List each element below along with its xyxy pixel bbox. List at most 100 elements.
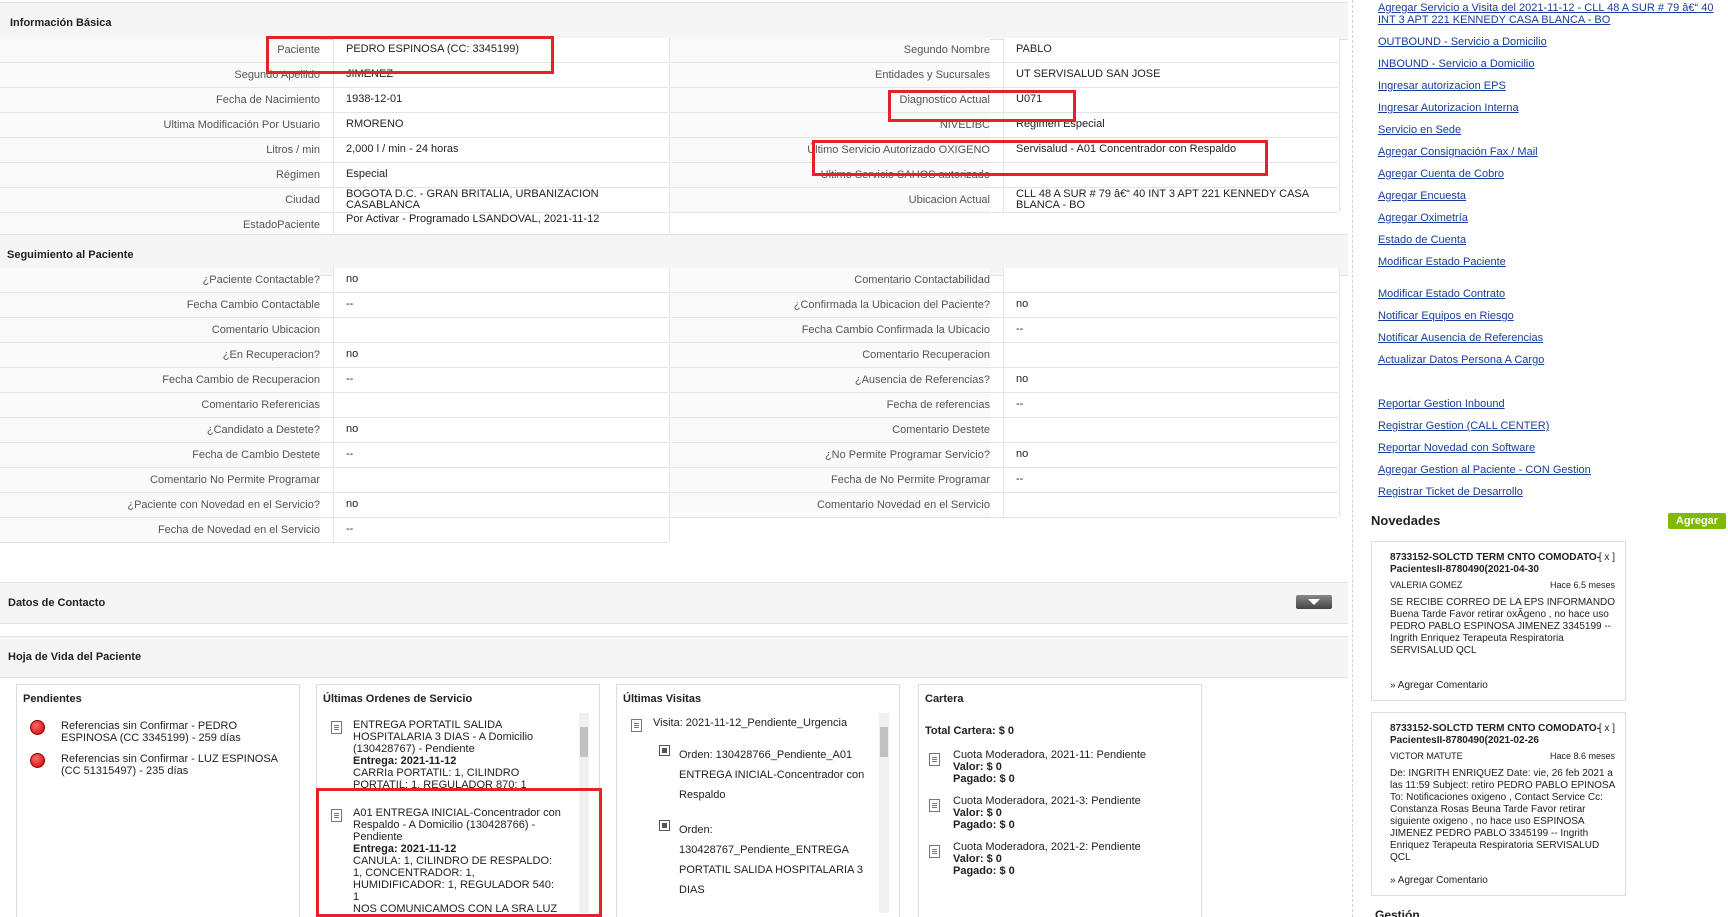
sidebar-action-link[interactable]: Modificar Estado Contrato (1378, 288, 1505, 300)
field-row: Régimen Especial (0, 163, 670, 188)
cartera-item-valor: Valor: $ 0 (953, 761, 1002, 773)
expand-toggle-button[interactable] (1296, 595, 1332, 609)
agregar-novedad-button[interactable]: Agregar (1668, 513, 1726, 529)
sidebar-action-link[interactable]: Actualizar Datos Persona A Cargo (1378, 354, 1544, 366)
sidebar-action-link[interactable]: Registrar Gestion (CALL CENTER) (1378, 420, 1549, 432)
field-value-text: -- (346, 298, 354, 310)
field-value: UT SERVISALUD SAN JOSE (1003, 63, 1340, 87)
visita-orden-item[interactable]: Orden: 130428766_Pendiente_A01 ENTREGA I… (679, 745, 874, 805)
field-value: -- (333, 518, 670, 542)
alert-dot-icon (30, 720, 45, 735)
field-label: ¿Paciente Contactable? (0, 268, 320, 292)
field-value: RMORENO (333, 113, 670, 137)
field-row: Fecha de referencias -- (670, 393, 1340, 418)
field-label: Comentario Referencias (0, 393, 320, 417)
sidebar-action-link[interactable]: Notificar Equipos en Riesgo (1378, 310, 1514, 322)
section-title: Información Básica (10, 17, 112, 29)
novedad-author: VALERIA GOMEZ (1390, 580, 1463, 590)
sidebar-action-link[interactable]: Modificar Estado Paciente (1378, 256, 1506, 268)
field-value: Especial (333, 163, 670, 187)
highlight-diagnostico (888, 90, 1076, 122)
sidebar-action-link[interactable]: Agregar Encuesta (1378, 190, 1466, 202)
sidebar-action-link[interactable]: Notificar Ausencia de Referencias (1378, 332, 1543, 344)
field-label: ¿Ausencia de Referencias? (670, 368, 990, 392)
field-row: ¿Candidato a Destete? no (0, 418, 670, 443)
sidebar-action-link[interactable]: Agregar Servicio a Visita del 2021-11-12… (1378, 2, 1718, 26)
document-icon (929, 799, 940, 812)
field-row: Comentario Recuperacion (670, 343, 1340, 368)
sidebar-action-link[interactable]: Ingresar autorizacion EPS (1378, 80, 1506, 92)
add-comment-link[interactable]: » Agregar Comentario (1390, 680, 1488, 691)
field-label: ¿Candidato a Destete? (0, 418, 320, 442)
field-value (1003, 268, 1340, 292)
cartera-total: Total Cartera: $ 0 (925, 725, 1015, 737)
cartera-item[interactable]: Cuota Moderadora, 2021-3: Pendiente Valor… (953, 795, 1193, 831)
cartera-item[interactable]: Cuota Moderadora, 2021-11: Pendiente Valo… (953, 749, 1193, 785)
highlight-ultimo-servicio (812, 140, 1268, 176)
sidebar-action-link[interactable]: Agregar Consignación Fax / Mail (1378, 146, 1538, 158)
novedad-body: SE RECIBE CORREO DE LA EPS INFORMANDO Bu… (1390, 597, 1616, 656)
orden-item[interactable]: ENTREGA PORTATIL SALIDA HOSPITALARIA 3 D… (353, 719, 563, 791)
field-row: ¿Confirmada la Ubicacion del Paciente? no (670, 293, 1340, 318)
sidebar-action-link[interactable]: Agregar Gestion al Paciente - CON Gestio… (1378, 464, 1591, 476)
field-value-text: -- (346, 373, 354, 385)
sidebar-action-link[interactable]: Agregar Cuenta de Cobro (1378, 168, 1504, 180)
field-row: Comentario Contactabilidad (670, 268, 1340, 293)
sidebar-action-link[interactable]: Registrar Ticket de Desarrollo (1378, 486, 1523, 498)
scrollbar-thumb[interactable] (580, 727, 588, 757)
highlight-orden-a01 (316, 788, 602, 917)
field-row: Comentario No Permite Programar (0, 468, 670, 493)
novedad-age: Hace 8.6 meses (1549, 751, 1615, 761)
add-comment-link[interactable]: » Agregar Comentario (1390, 875, 1488, 886)
field-label: Entidades y Sucursales (670, 63, 990, 87)
visitas-scrollbar[interactable] (879, 713, 889, 913)
sidebar-action-link[interactable]: Estado de Cuenta (1378, 234, 1466, 246)
novedad-card: 8733152-SOLCTD TERM CNTO COMODATO-Pacien… (1371, 541, 1626, 701)
field-label: Fecha Cambio de Recuperacion (0, 368, 320, 392)
sidebar-action-link[interactable]: Reportar Novedad con Software (1378, 442, 1535, 454)
panel-title: Últimas Visitas (623, 693, 702, 705)
close-icon[interactable]: [ x ] (1599, 723, 1615, 734)
sidebar-action-link[interactable]: Reportar Gestion Inbound (1378, 398, 1505, 410)
field-value-text: no (1016, 373, 1029, 385)
cartera-item-pagado: Pagado: $ 0 (953, 773, 1015, 785)
field-row: ¿Paciente con Novedad en el Servicio? no (0, 493, 670, 518)
field-label: Fecha de Nacimiento (0, 88, 320, 112)
novedad-card: 8733152-SOLCTD TERM CNTO COMODATO-Pacien… (1371, 712, 1626, 896)
cartera-item[interactable]: Cuota Moderadora, 2021-2: Pendiente Valor… (953, 841, 1193, 877)
section-title: Hoja de Vida del Paciente (8, 651, 142, 663)
sidebar-action-link[interactable]: Agregar Oximetría (1378, 212, 1468, 224)
field-value-text: RMORENO (346, 118, 404, 130)
highlight-paciente (266, 36, 554, 74)
field-label: Fecha de No Permite Programar (670, 468, 990, 492)
field-value: -- (333, 293, 670, 317)
field-row: Comentario Ubicacion (0, 318, 670, 343)
section-header-informacion-basica: Información Básica (0, 2, 1348, 40)
pendiente-item[interactable]: Referencias sin Confirmar - LUZ ESPINOSA… (61, 753, 286, 777)
section-header-datos-contacto[interactable]: Datos de Contacto (0, 582, 1348, 624)
cartera-item-name: Cuota Moderadora, 2021-11: Pendiente (953, 749, 1147, 761)
field-row: ¿Ausencia de Referencias? no (670, 368, 1340, 393)
field-value-text: no (1016, 448, 1029, 460)
cartera-item-pagado: Pagado: $ 0 (953, 865, 1015, 877)
field-row: Ubicacion Actual CLL 48 A SUR # 79 â€“ 40… (670, 188, 1340, 213)
sidebar-action-link[interactable]: Ingresar Autorizacion Interna (1378, 102, 1519, 114)
field-value: no (1003, 443, 1340, 467)
sidebar-action-link[interactable]: OUTBOUND - Servicio a Domicilio (1378, 36, 1547, 48)
sidebar-action-link[interactable]: Servicio en Sede (1378, 124, 1461, 136)
field-value-text: no (346, 273, 359, 285)
field-row: ¿En Recuperacion? no (0, 343, 670, 368)
visita-item[interactable]: Visita: 2021-11-12_Pendiente_Urgencia (653, 717, 873, 729)
field-label: Segundo Nombre (670, 38, 990, 62)
close-icon[interactable]: [ x ] (1599, 552, 1615, 563)
field-value: no (1003, 368, 1340, 392)
gestion-title: Gestión (1375, 908, 1420, 917)
sidebar-action-link[interactable]: INBOUND - Servicio a Domicilio (1378, 58, 1534, 70)
field-row: Fecha de Cambio Destete -- (0, 443, 670, 468)
field-value-text: -- (346, 448, 354, 460)
visita-orden-item[interactable]: Orden: 130428767_Pendiente_ENTREGA PORTA… (679, 820, 874, 900)
pendiente-item[interactable]: Referencias sin Confirmar - PEDRO ESPINO… (61, 720, 286, 744)
field-label: ¿Confirmada la Ubicacion del Paciente? (670, 293, 990, 317)
scrollbar-thumb[interactable] (880, 727, 888, 757)
field-value: CLL 48 A SUR # 79 â€“ 40 INT 3 APT 221 K… (1003, 188, 1340, 212)
